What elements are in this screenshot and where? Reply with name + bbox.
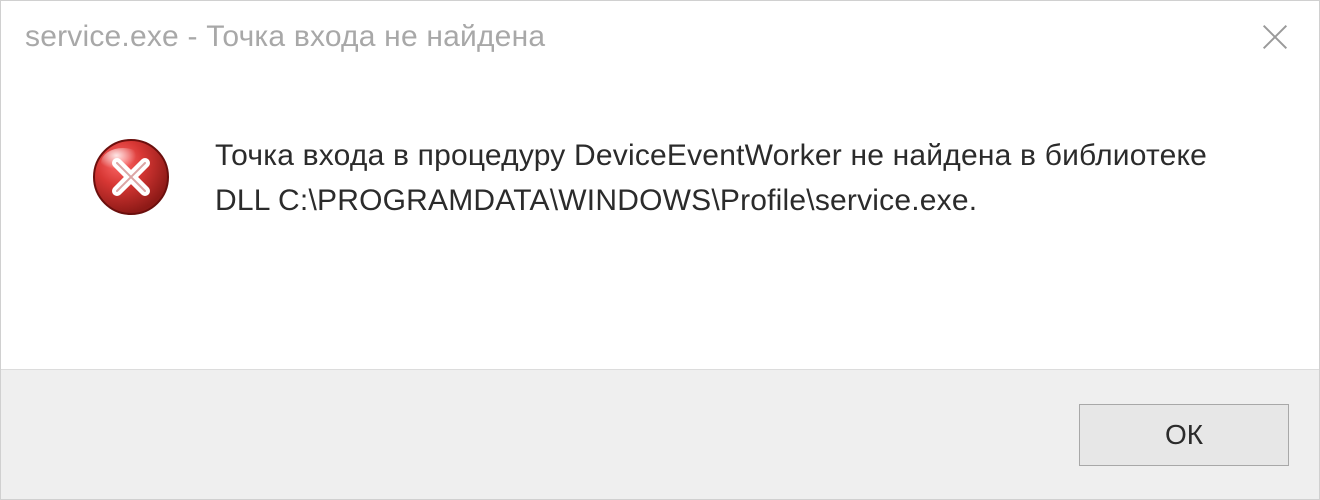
- close-icon: [1258, 20, 1292, 54]
- close-button[interactable]: [1251, 13, 1299, 61]
- error-message: Точка входа в процедуру DeviceEventWorke…: [215, 133, 1215, 223]
- error-icon: [91, 137, 171, 217]
- error-dialog: service.exe - Точка входа не найдена: [0, 0, 1320, 500]
- titlebar: service.exe - Точка входа не найдена: [1, 1, 1319, 73]
- button-row: ОК: [1, 369, 1319, 499]
- content-area: Точка входа в процедуру DeviceEventWorke…: [1, 73, 1319, 369]
- dialog-title: service.exe - Точка входа не найдена: [25, 20, 545, 54]
- ok-button[interactable]: ОК: [1079, 404, 1289, 466]
